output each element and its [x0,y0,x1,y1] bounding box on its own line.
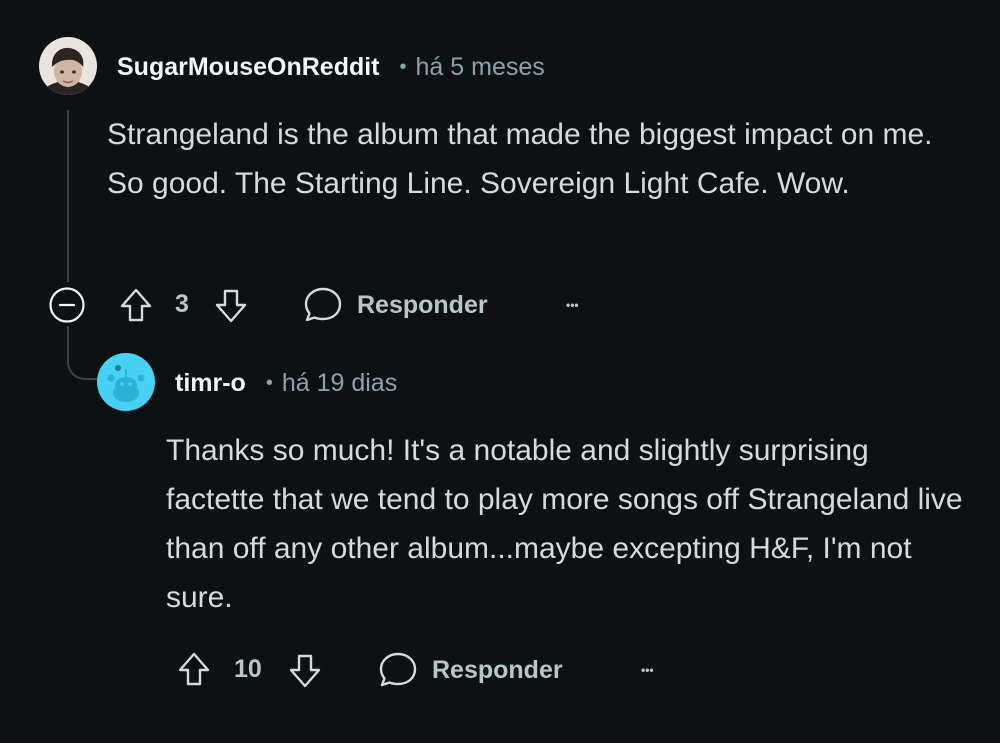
reply-button[interactable]: Responder [378,651,563,689]
thread-line [67,110,69,282]
comment-username[interactable]: SugarMouseOnReddit [117,53,380,82]
collapse-button[interactable] [48,286,86,324]
user-avatar[interactable] [39,37,97,95]
downvote-arrow-icon [215,289,247,323]
downvote-arrow-icon [289,654,321,688]
downvote-button[interactable] [286,652,324,690]
more-options-button[interactable]: ••• [641,653,654,687]
header-separator: • [265,371,273,394]
comment-body: Strangeland is the album that made the b… [107,118,933,200]
reply-label: Responder [357,290,488,319]
upvote-button[interactable] [117,286,155,324]
upvote-button[interactable] [175,650,213,688]
header-separator: • [399,55,407,78]
downvote-button[interactable] [212,287,250,325]
comment-timestamp[interactable]: há 5 meses [416,53,545,82]
comment-timestamp[interactable]: há 19 dias [282,369,397,398]
more-options-button[interactable]: ••• [566,288,579,322]
vote-count: 10 [234,655,262,683]
comment-body: Thanks so much! It's a notable and sligh… [166,434,963,614]
reply-button[interactable]: Responder [303,286,488,324]
comment-username[interactable]: timr-o [175,369,246,398]
speech-bubble-icon [304,287,342,322]
comment-header: SugarMouseOnReddit • há 5 meses [117,50,545,84]
speech-bubble-icon [379,652,417,687]
snoo-avatar-icon [97,353,155,411]
reply-label: Responder [432,655,563,684]
comment-header: timr-o • há 19 dias [175,366,397,400]
collapse-minus-icon [49,287,85,323]
user-photo-avatar-icon [39,37,97,95]
more-options-icon: ••• [641,663,654,677]
user-avatar[interactable] [97,353,155,411]
thread-connector [67,326,101,380]
more-options-icon: ••• [566,298,579,312]
upvote-arrow-icon [120,288,152,322]
upvote-arrow-icon [178,652,210,686]
vote-count: 3 [175,290,189,318]
